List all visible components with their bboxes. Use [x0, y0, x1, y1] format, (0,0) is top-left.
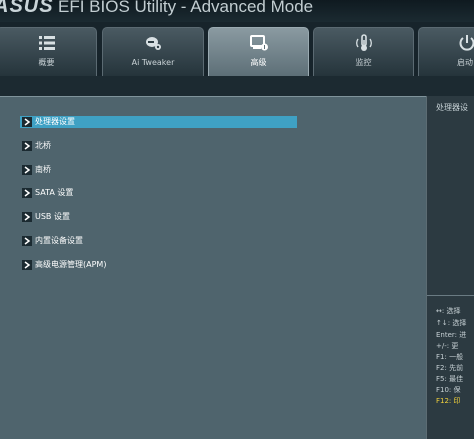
chevron-right-icon [22, 141, 32, 151]
menu-item-label: SATA 设置 [35, 188, 74, 197]
menu-item-northbridge[interactable]: 北桥 [20, 140, 297, 152]
power-icon [459, 35, 474, 51]
key-hint: F2: 先前 [436, 364, 464, 372]
bios-screen: ASUS EFI BIOS Utility - Advanced Mode 概要 [0, 0, 474, 439]
help-panel: 处理器设 ↔: 选择 ↑↓: 选择 Enter: 进 +/-: 更 F1: 一般… [426, 96, 474, 439]
tab-advanced[interactable]: 高级 [208, 27, 309, 76]
key-hint-hot: F12: 印 [436, 397, 461, 405]
tab-label: Ai Tweaker [131, 58, 175, 67]
menu-item-label: USB 设置 [35, 212, 70, 221]
menu-item-southbridge[interactable]: 南桥 [20, 164, 297, 176]
key-hint: ↑↓: 选择 [436, 319, 467, 327]
thermometer-icon [355, 34, 372, 51]
chevron-right-icon [22, 212, 32, 222]
tab-ai-tweaker[interactable]: Ai Tweaker [102, 27, 204, 76]
tab-monitor[interactable]: 监控 [313, 27, 414, 76]
tab-label: 监控 [355, 58, 372, 67]
brand-logo: ASUS [0, 0, 54, 17]
tweaker-icon [146, 37, 161, 50]
window-title: EFI BIOS Utility - Advanced Mode [58, 0, 314, 16]
chevron-right-icon [22, 188, 32, 198]
advanced-menu-panel: 处理器设置 北桥 南桥 SATA 设置 USB 设置 内置设备设置 高级电源管理… [0, 96, 426, 439]
menu-item-sata-configuration[interactable]: SATA 设置 [20, 187, 297, 199]
key-hint: ↔: 选择 [436, 307, 461, 315]
menu-item-label: 内置设备设置 [35, 236, 83, 245]
chevron-right-icon [22, 260, 32, 270]
tab-label: 高级 [250, 58, 267, 67]
help-divider [427, 295, 474, 296]
list-icon [38, 36, 55, 50]
help-description: 处理器设 [436, 103, 468, 112]
tab-label: 启动 [457, 58, 473, 67]
key-hint: F10: 保 [436, 386, 461, 394]
menu-item-label: 南桥 [35, 165, 51, 174]
chevron-right-icon [22, 117, 32, 127]
key-hint: Enter: 进 [436, 331, 467, 339]
advanced-icon [249, 35, 268, 51]
key-hint: F5: 最佳 [436, 375, 464, 383]
chevron-right-icon [22, 165, 32, 175]
tab-label: 概要 [38, 58, 55, 67]
key-hint: +/-: 更 [436, 342, 459, 350]
menu-item-label: 处理器设置 [35, 117, 75, 126]
menu-item-apm[interactable]: 高级电源管理(APM) [20, 259, 297, 271]
menu-item-cpu-configuration[interactable]: 处理器设置 [20, 116, 297, 128]
title-bar: ASUS EFI BIOS Utility - Advanced Mode [0, 0, 474, 22]
tab-bar: 概要 Ai Tweaker 高级 监控 启动 [0, 22, 474, 76]
menu-item-label: 北桥 [35, 141, 51, 150]
menu-item-usb-configuration[interactable]: USB 设置 [20, 211, 297, 223]
menu-item-onboard-devices[interactable]: 内置设备设置 [20, 235, 297, 247]
tab-overview[interactable]: 概要 [0, 27, 97, 76]
chevron-right-icon [22, 236, 32, 246]
menu-item-label: 高级电源管理(APM) [35, 260, 107, 269]
key-hint: F1: 一般 [436, 353, 464, 361]
tab-boot[interactable]: 启动 [418, 27, 474, 76]
